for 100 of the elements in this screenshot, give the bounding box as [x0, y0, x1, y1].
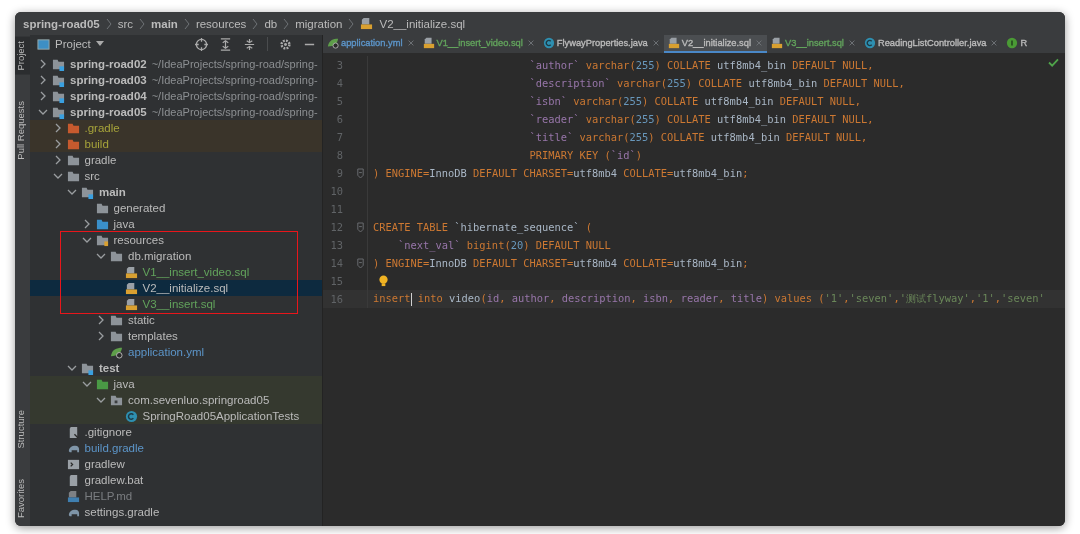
tree-item[interactable]: spring-road03	[70, 74, 147, 86]
line-number: 4	[335, 77, 343, 89]
tree-item[interactable]: settings.gradle	[84, 506, 160, 518]
tree-item[interactable]: V1__insert_video.sql	[142, 266, 250, 278]
sql-keyword: ,	[969, 292, 976, 304]
column-name: isbn	[643, 292, 669, 304]
sql-keyword: varchar(	[578, 131, 630, 143]
code-text: utf8mb4_bin	[717, 113, 786, 125]
line-number: 13	[329, 239, 343, 251]
column-name: `next_val`	[397, 239, 461, 251]
sql-keyword: DEFAULT NULL,	[791, 59, 874, 71]
breadcrumb-item[interactable]: V2__initialize.sql	[379, 17, 466, 30]
sql-keyword: ) COLLATE	[654, 113, 712, 125]
sql-keyword: ,	[499, 292, 507, 304]
sql-keyword: varchar(	[572, 95, 624, 107]
sql-keyword: ) DEFAULT NULL	[523, 239, 611, 251]
check-icon	[1048, 58, 1059, 67]
breadcrumb-item[interactable]: migration	[295, 17, 343, 30]
path-hint: ~/IdeaProjects/spring-road/spring-	[151, 58, 318, 70]
sql-keyword: ;	[742, 257, 749, 269]
panel-title[interactable]: Project	[55, 38, 91, 50]
editor-tab[interactable]: V3__insert.sql	[767, 35, 860, 53]
sql-keyword: ) ENGINE=	[373, 167, 430, 179]
tool-window-tab[interactable]: Pull Requests	[15, 96, 30, 164]
folder-icon	[95, 201, 109, 215]
string-literal: '1'	[975, 292, 995, 304]
code-text: video	[449, 292, 481, 304]
tree-item[interactable]: src	[84, 170, 100, 182]
sql-keyword: PRIMARY KEY (	[528, 149, 611, 161]
code-text: InnoDB	[429, 257, 467, 269]
tree-item[interactable]: test	[99, 362, 120, 374]
editor-tab[interactable]: FlywayProperties.java	[538, 35, 664, 53]
collapse-all-icon[interactable]	[243, 37, 256, 51]
column-name: title	[730, 292, 762, 304]
crosshair-icon[interactable]	[195, 37, 208, 51]
editor-tab[interactable]: R	[1002, 35, 1032, 53]
breadcrumb-item[interactable]: resources	[195, 17, 247, 30]
editor-tab[interactable]: V2__initialize.sql	[663, 35, 767, 53]
tool-window-tab[interactable]: Structure	[15, 406, 30, 453]
tree-item[interactable]: build	[84, 138, 109, 150]
editor-tab[interactable]: V1__insert_video.sql	[418, 35, 539, 53]
tree-item[interactable]: static	[128, 314, 155, 326]
sql-keyword: DEFAULT NULL,	[784, 131, 868, 143]
tree-item[interactable]: resources	[113, 234, 164, 246]
column-name: description	[561, 292, 631, 304]
class-icon	[542, 37, 555, 49]
breadcrumb-item[interactable]: main	[151, 17, 178, 30]
tree-item[interactable]: spring-road02	[70, 58, 147, 70]
column-name: reader	[680, 292, 719, 304]
path-hint: ~/IdeaProjects/spring-road/spring-	[151, 74, 318, 86]
tree-item[interactable]: templates	[128, 330, 178, 342]
sql-keyword: insert	[373, 292, 411, 304]
tree-item[interactable]: .gradle	[84, 122, 120, 134]
editor-tab[interactable]: ReadingListController.java	[859, 35, 1003, 53]
sql-keyword: (	[584, 221, 592, 233]
code-text: utf8mb4_bin	[717, 59, 786, 71]
code-text: utf8mb4	[573, 257, 617, 269]
number-literal: 20	[510, 239, 524, 251]
sql-keyword: ;	[742, 167, 749, 179]
tree-item[interactable]: gradlew.bat	[84, 474, 144, 486]
caret-icon[interactable]	[95, 41, 104, 47]
tree-item[interactable]: V3__insert.sql	[142, 298, 216, 310]
breadcrumb-item[interactable]: src	[117, 17, 134, 30]
interface-icon	[1006, 37, 1019, 49]
chevron-icon	[105, 17, 112, 30]
tree-item[interactable]: gradle	[84, 154, 117, 166]
markdown-file-icon	[66, 489, 80, 503]
tree-item[interactable]: gradlew	[84, 458, 125, 470]
breadcrumb-item[interactable]: spring-road05	[23, 17, 100, 30]
expand-all-icon[interactable]	[219, 37, 232, 51]
breadcrumb-item[interactable]: db	[264, 17, 278, 30]
tool-window-tab[interactable]: Project	[15, 37, 30, 75]
tree-item[interactable]: .gitignore	[84, 426, 132, 438]
lightbulb-icon[interactable]	[378, 274, 389, 288]
line-number: 9	[335, 167, 343, 179]
settings-icon[interactable]	[279, 37, 292, 51]
tree-item[interactable]: java	[113, 218, 135, 230]
sql-keyword: ) values (	[761, 292, 825, 304]
sql-file-icon	[422, 37, 435, 49]
sql-keyword: ,	[994, 292, 1001, 304]
tree-item[interactable]: java	[113, 378, 135, 390]
tree-item[interactable]: generated	[113, 202, 166, 214]
tree-item[interactable]: main	[99, 186, 126, 198]
tool-window-tab[interactable]: Favorites	[15, 474, 30, 522]
sql-keyword: DEFAULT NULL,	[778, 95, 861, 107]
tree-item[interactable]: build.gradle	[84, 442, 144, 454]
string-literal: 'seven'	[1001, 292, 1045, 304]
sql-file-icon	[667, 37, 680, 49]
column-name: `reader`	[528, 113, 580, 125]
folder-icon	[110, 313, 123, 327]
sql-keyword: ) COLLATE	[648, 131, 706, 143]
tree-item[interactable]: db.migration	[128, 250, 192, 262]
line-number: 12	[329, 221, 343, 233]
tree-item[interactable]: spring-road05	[70, 106, 147, 118]
editor-tab[interactable]: application.yml	[323, 35, 419, 53]
tree-item[interactable]: spring-road04	[70, 90, 147, 102]
folder-icon	[81, 185, 94, 199]
sql-file-icon	[771, 37, 783, 49]
tree-item[interactable]: application.yml	[128, 346, 205, 358]
sql-keyword: into	[416, 292, 444, 304]
